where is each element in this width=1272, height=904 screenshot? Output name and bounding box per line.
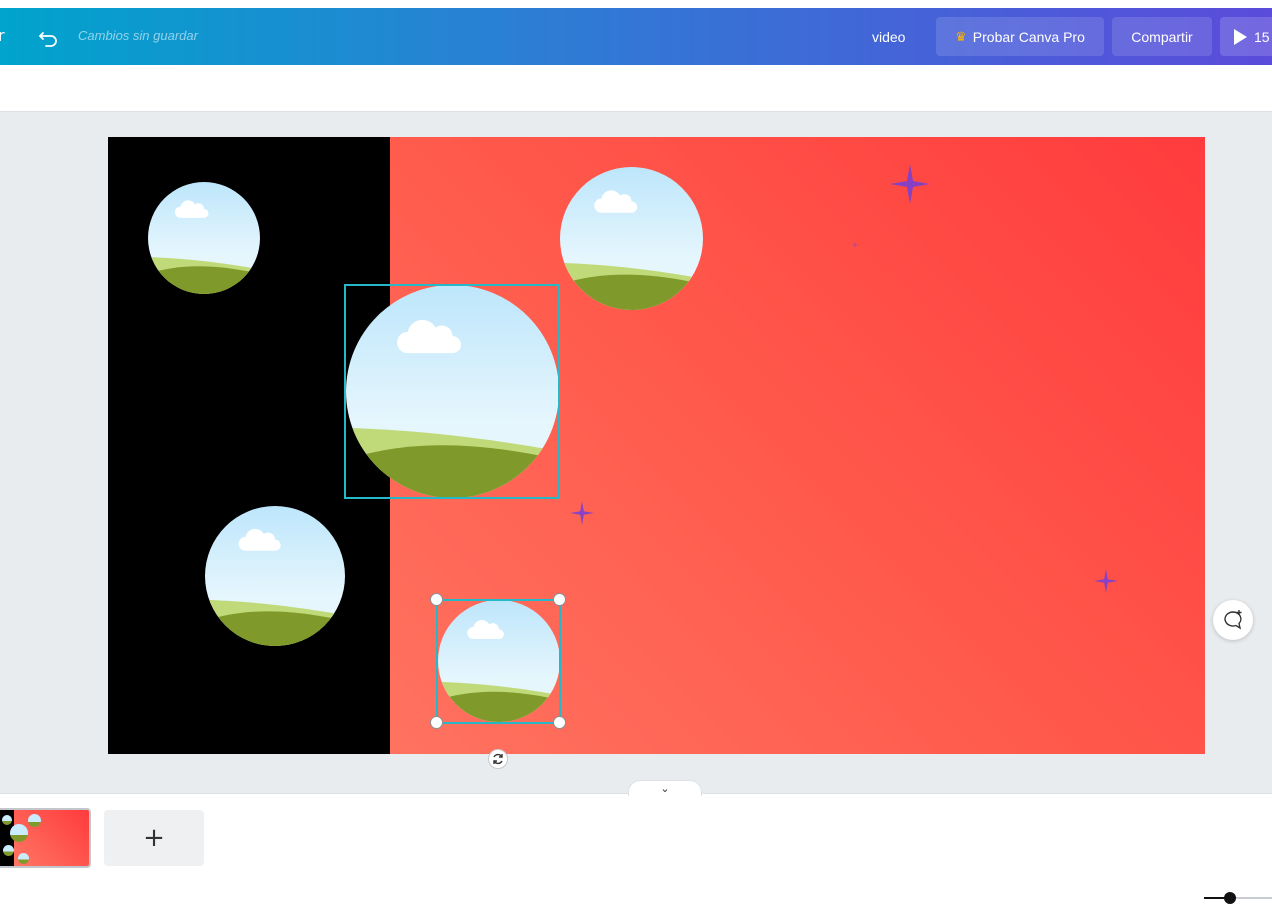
resize-handle-bottom-right[interactable] xyxy=(553,716,566,729)
thumb-circle xyxy=(3,845,14,856)
present-label: 15 xyxy=(1254,28,1270,45)
truncated-menu-label[interactable]: r xyxy=(0,26,5,45)
rotate-icon[interactable] xyxy=(488,749,508,769)
undo-icon[interactable] xyxy=(36,24,62,50)
page-thumbnail[interactable] xyxy=(0,808,91,868)
landscape-circle-image[interactable] xyxy=(148,182,260,294)
thumb-circle xyxy=(18,853,29,864)
landscape-circle-image[interactable] xyxy=(346,285,559,498)
plus-icon: + xyxy=(143,823,165,853)
sparkle-icon[interactable] xyxy=(570,501,594,525)
design-type-link[interactable]: video xyxy=(872,29,905,45)
add-comment-button[interactable] xyxy=(1213,600,1253,640)
thumb-circle xyxy=(2,815,12,825)
sparkle-icon[interactable] xyxy=(1094,569,1118,593)
save-status-text: Cambios sin guardar xyxy=(78,28,198,43)
resize-handle-bottom-left[interactable] xyxy=(430,716,443,729)
top-strip xyxy=(0,0,1272,8)
try-canva-pro-button[interactable]: ♛ Probar Canva Pro xyxy=(936,17,1104,56)
add-page-button[interactable]: + xyxy=(104,810,204,866)
share-button[interactable]: Compartir xyxy=(1112,17,1212,56)
design-canvas[interactable] xyxy=(108,137,1205,754)
share-label: Compartir xyxy=(1131,28,1193,45)
comment-plus-icon xyxy=(1224,610,1242,630)
landscape-circle-image[interactable] xyxy=(205,506,345,646)
crown-icon: ♛ xyxy=(955,28,967,44)
chevron-down-icon: ⌄ xyxy=(660,782,670,795)
resize-handle-top-right[interactable] xyxy=(553,593,566,606)
thumb-circle xyxy=(28,814,41,827)
landscape-circle-image[interactable] xyxy=(560,167,703,310)
thumb-circle xyxy=(10,824,28,842)
zoom-slider-track[interactable] xyxy=(1204,897,1272,899)
sparkle-icon[interactable] xyxy=(890,164,930,204)
sparkle-icon xyxy=(851,241,859,249)
collapse-pages-button[interactable]: ⌄ xyxy=(628,780,702,796)
top-toolbar: r Cambios sin guardar video ♛ Probar Can… xyxy=(0,8,1272,65)
landscape-circle-image[interactable] xyxy=(438,600,560,722)
zoom-slider-knob[interactable] xyxy=(1224,892,1236,904)
context-toolbar xyxy=(0,65,1272,112)
play-icon xyxy=(1234,28,1247,45)
present-button[interactable]: 15 xyxy=(1220,17,1272,56)
resize-handle-top-left[interactable] xyxy=(430,593,443,606)
try-canva-pro-label: Probar Canva Pro xyxy=(972,28,1085,45)
